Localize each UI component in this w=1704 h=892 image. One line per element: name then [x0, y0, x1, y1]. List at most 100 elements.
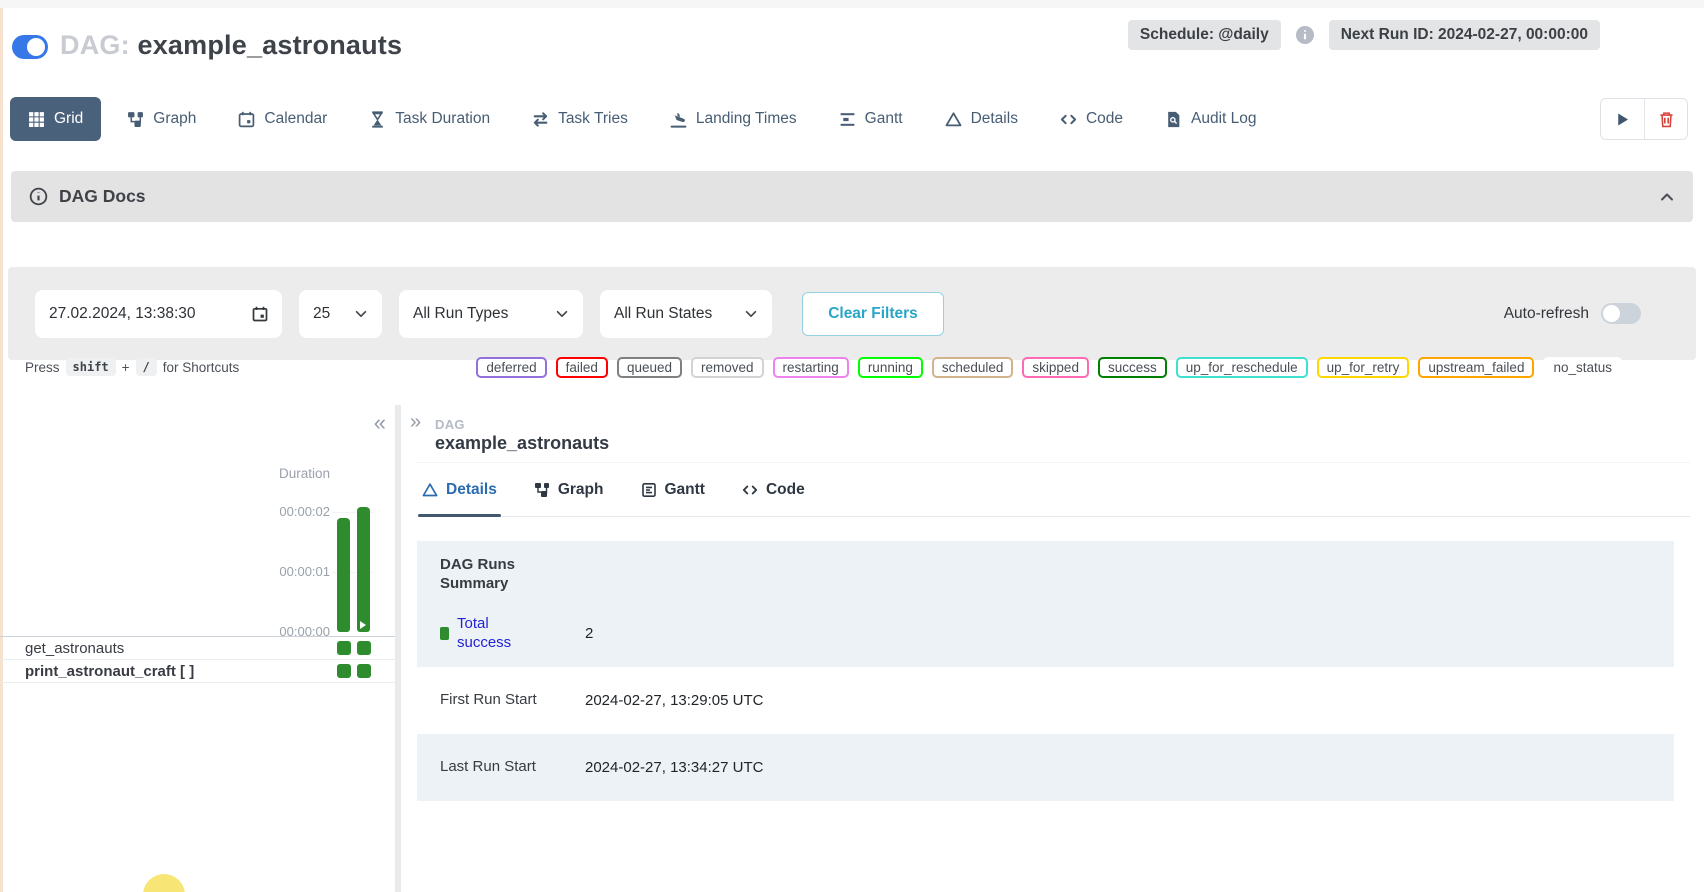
details-icon [422, 482, 438, 498]
num-runs-select[interactable]: 25 [299, 290, 382, 338]
info-icon [29, 187, 48, 206]
detail-tab-code[interactable]: Code [742, 463, 805, 516]
view-nav: Grid Graph Calendar Task Duration Task T… [10, 90, 1688, 148]
tab-gantt[interactable]: Gantt [839, 110, 903, 128]
duration-axis-tick: 00:00:01 [205, 564, 330, 579]
dag-name: example_astronauts [138, 30, 403, 60]
detail-tabs: Details Graph Gantt Code [417, 463, 1690, 517]
airflow-dag-grid-page: DAG: example_astronauts Schedule: @daily… [0, 0, 1704, 892]
schedule-info-icon[interactable] [1295, 25, 1315, 45]
num-runs-value: 25 [313, 305, 330, 323]
summary-row-value: 2 [585, 625, 1674, 642]
chevron-up-icon[interactable] [1659, 189, 1675, 205]
task-tries-icon [532, 111, 549, 128]
base-date-field[interactable] [35, 290, 282, 338]
summary-row-label: Last Run Start [440, 758, 536, 777]
tab-graph[interactable]: Graph [127, 110, 196, 128]
legend-badge-running[interactable]: running [858, 357, 923, 378]
legend-badge-no-status[interactable]: no_status [1543, 357, 1622, 378]
dag-pause-toggle[interactable] [12, 35, 48, 59]
trash-icon [1658, 111, 1675, 128]
tab-label: Landing Times [696, 110, 797, 128]
legend-badge-removed[interactable]: removed [691, 357, 764, 378]
tab-code[interactable]: Code [1060, 110, 1123, 128]
toggle-knob [27, 38, 45, 56]
dag-run-bar-success[interactable] [337, 518, 350, 632]
dag-docs-accordion[interactable]: DAG Docs [11, 171, 1693, 222]
expand-panel-icon[interactable]: » [410, 412, 421, 432]
detail-tab-details[interactable]: Details [422, 463, 497, 516]
grid-icon [28, 111, 45, 128]
gantt-icon [839, 111, 856, 128]
task-row-print-astronaut-craft[interactable]: print_astronaut_craft [ ] [0, 660, 395, 683]
tab-label: Graph [153, 110, 196, 128]
latest-run-marker-icon [360, 621, 366, 629]
dag-runs-summary-table: DAG Runs Summary Total Runs Displayed 2 … [417, 533, 1674, 801]
legend-badge-up-for-retry[interactable]: up_for_retry [1317, 357, 1410, 378]
details-kicker: DAG [435, 417, 465, 432]
legend-badge-restarting[interactable]: restarting [773, 357, 849, 378]
dag-actions [1600, 98, 1688, 140]
dag-run-bar-success[interactable] [357, 507, 370, 632]
task-instance-success[interactable] [337, 664, 351, 678]
base-date-input[interactable] [49, 305, 227, 323]
collapse-panel-icon[interactable]: « [374, 412, 386, 434]
tab-audit-log[interactable]: Audit Log [1165, 110, 1257, 128]
tab-landing-times[interactable]: Landing Times [670, 110, 797, 128]
tab-details[interactable]: Details [945, 110, 1018, 128]
details-panel: » DAG example_astronauts Details Graph G… [401, 402, 1704, 892]
delete-dag-button[interactable] [1644, 99, 1687, 139]
graph-icon [534, 482, 550, 498]
summary-row-label: DAG Runs Summary [440, 556, 555, 594]
calendar-icon[interactable] [252, 306, 268, 322]
auto-refresh-toggle[interactable] [1601, 303, 1641, 324]
gantt-doc-icon [641, 482, 657, 498]
legend-badge-skipped[interactable]: skipped [1022, 357, 1089, 378]
detail-tab-gantt[interactable]: Gantt [641, 463, 705, 516]
trigger-dag-button[interactable] [1601, 99, 1644, 139]
legend-badge-failed[interactable]: failed [556, 357, 608, 378]
legend-badge-queued[interactable]: queued [617, 357, 682, 378]
code-icon [1060, 111, 1077, 128]
legend-row: Press shift + / for Shortcuts deferredfa… [25, 352, 1622, 382]
legend-badge-success[interactable]: success [1098, 357, 1167, 378]
legend-badge-deferred[interactable]: deferred [476, 357, 546, 378]
task-instance-success[interactable] [357, 664, 371, 678]
tab-label: Audit Log [1191, 110, 1257, 128]
state-legend: deferred failed queued removed restarting run… [476, 357, 1622, 378]
schedule-badge: Schedule: @daily [1128, 20, 1281, 50]
header-badges: Schedule: @daily Next Run ID: 2024-02-27… [1128, 20, 1600, 50]
legend-badge-scheduled[interactable]: scheduled [932, 357, 1014, 378]
slash-key: / [136, 358, 157, 376]
summary-row-dag-runs-summary: DAG Runs Summary [417, 541, 1674, 608]
run-states-select[interactable]: All Run States [600, 290, 772, 338]
legend-badge-upstream-failed[interactable]: upstream_failed [1418, 357, 1534, 378]
hourglass-icon [369, 111, 386, 128]
summary-row-label[interactable]: Total success [457, 615, 527, 653]
tab-label: Code [1086, 110, 1123, 128]
detail-tab-graph[interactable]: Graph [534, 463, 604, 516]
details-icon [945, 111, 962, 128]
shortcuts-text: Press [25, 360, 60, 375]
calendar-icon [238, 111, 255, 128]
tab-label: Task Duration [395, 110, 490, 128]
auto-refresh-label: Auto-refresh [1504, 305, 1589, 323]
summary-row-label: First Run Start [440, 691, 537, 710]
tab-task-tries[interactable]: Task Tries [532, 110, 628, 128]
task-instance-success[interactable] [337, 641, 351, 655]
tab-task-duration[interactable]: Task Duration [369, 110, 490, 128]
audit-log-icon [1165, 111, 1182, 128]
task-instance-success[interactable] [357, 641, 371, 655]
nav-tabs: Grid Graph Calendar Task Duration Task T… [10, 97, 1257, 141]
legend-badge-up-for-reschedule[interactable]: up_for_reschedule [1176, 357, 1308, 378]
run-types-select[interactable]: All Run Types [399, 290, 583, 338]
tab-grid[interactable]: Grid [10, 97, 101, 141]
shortcuts-plus: + [122, 360, 130, 375]
tab-calendar[interactable]: Calendar [238, 110, 327, 128]
task-row-get-astronauts[interactable]: get_astronauts [0, 637, 395, 660]
dag-docs-title: DAG Docs [59, 186, 146, 207]
dag-label: DAG: [60, 30, 130, 60]
page-title: DAG: example_astronauts [60, 30, 402, 61]
summary-row-last-run-start: Last Run Start 2024-02-27, 13:34:27 UTC [417, 734, 1674, 801]
clear-filters-button[interactable]: Clear Filters [802, 292, 944, 336]
